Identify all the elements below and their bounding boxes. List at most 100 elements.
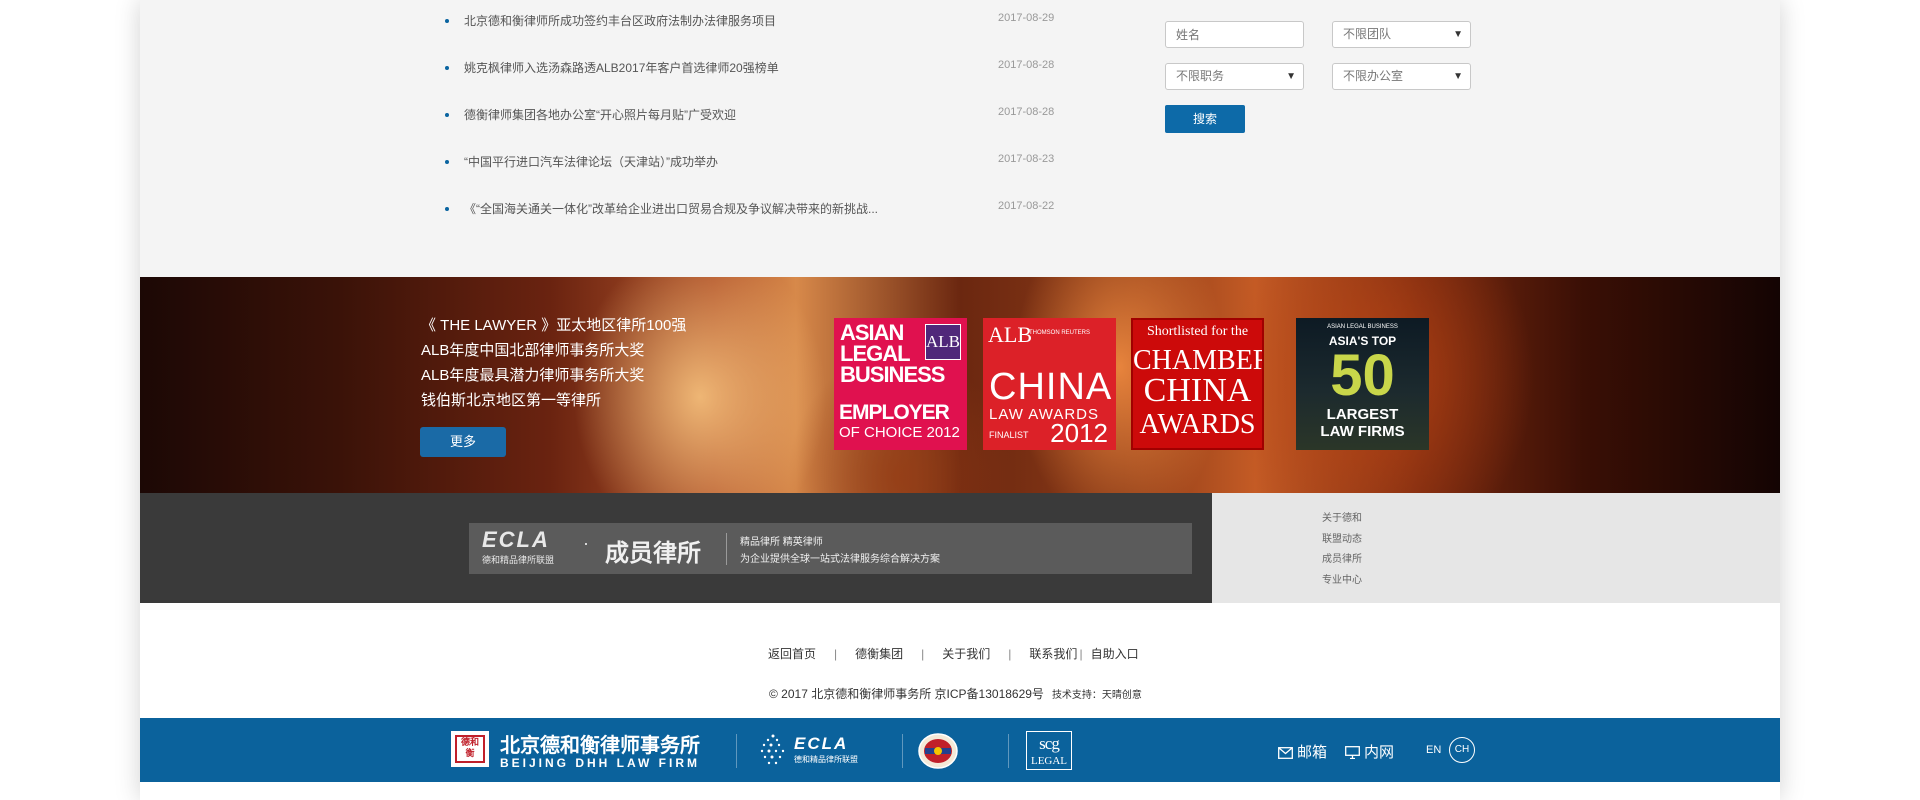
scg-legal-logo[interactable]: scg LEGAL [1026,731,1072,770]
dropdown-arrow-icon: ▼ [1286,71,1296,82]
dhh-name-en: BEIJING DHH LAW FIRM [500,756,700,770]
news-title-link[interactable]: 北京德和衡律师所成功签约丰台区政府法制办法律服务项目 [464,12,776,29]
mail-label: 邮箱 [1297,744,1328,761]
copyright-text: © 2017 北京德和衡律师事务所 京ICP备13018629号 [769,687,1044,701]
separator: | [1079,647,1083,661]
scg-logo-subtext: LEGAL [1030,755,1068,767]
award-title: ASIAN LEGAL BUSINESS [840,320,945,387]
office-select-value: 不限办公室 [1343,69,1404,83]
footer-link-home[interactable]: 返回首页 [768,647,816,661]
alb-mark: ALB [988,322,1032,347]
globe-icon [760,734,785,765]
award-line: LAW FIRMS [1320,423,1405,440]
award-line: AWARDS [1139,409,1256,440]
award-line: EMPLOYER [839,401,950,424]
side-link-practice[interactable]: 专业中心 [1322,571,1362,592]
lang-en[interactable]: EN [1426,744,1441,756]
news-date: 2017-08-28 [998,59,1055,71]
dhh-name-cn[interactable]: 北京德和衡律师事务所 [500,729,700,758]
team-select-value: 不限团队 [1343,27,1392,41]
mail-link[interactable]: 邮箱 [1278,741,1327,762]
team-select[interactable]: 不限团队 ▼ [1332,21,1471,48]
footer-link-self-service[interactable]: 自助入口 [1091,647,1139,661]
news-date: 2017-08-29 [998,12,1055,24]
bullet-icon [445,160,449,164]
bullet-icon [445,207,449,211]
ecla-logo: ECLA [482,527,550,552]
intranet-link[interactable]: 内网 [1345,741,1394,762]
award-brand: ASIAN LEGAL BUSINESS [1327,324,1398,330]
name-input[interactable] [1176,22,1293,47]
footer-link-group[interactable]: 德衡集团 [855,647,903,661]
separator: | [1008,647,1012,661]
bottom-brand-bar: 德和衡 北京德和衡律师事务所 BEIJING DHH LAW FIRM ECLA… [140,718,1780,782]
news-item: 北京德和衡律师所成功签约丰台区政府法制办法律服务项目 2017-08-29 [445,10,1205,57]
footer-link-contact[interactable]: 联系我们 [1029,647,1077,661]
bullet-icon [445,113,449,117]
separator: | [834,647,838,661]
news-date: 2017-08-22 [998,200,1055,212]
dropdown-arrow-icon: ▼ [1453,29,1463,40]
ecla-member-strip: ECLA 德和精品律所联盟 · 成员律所 精品律所 精英律师 为企业提供全球一站… [140,493,1212,603]
dropdown-arrow-icon: ▼ [1453,71,1463,82]
dhh-logo-icon[interactable]: 德和衡 [451,731,489,767]
news-date: 2017-08-23 [998,153,1055,165]
news-list: 北京德和衡律师所成功签约丰台区政府法制办法律服务项目 2017-08-29 姚克枫律… [445,10,1205,245]
divider [736,734,737,768]
award-alb-china: ALB THOMSON REUTERS CHINA LAW AWARDS FIN… [983,318,1116,450]
page-container: 北京德和衡律师所成功签约丰台区政府法制办法律服务项目 2017-08-29 姚克枫律… [140,0,1780,800]
divider [1008,734,1009,768]
award-number: 50 [1330,343,1395,408]
thomson-reuters-mark: THOMSON REUTERS [1029,330,1091,336]
news-title-link[interactable]: 《“全国海关通关一体化”改革给企业进出口贸易合规及争议解决带来的新挑战... [464,200,878,217]
ecla-tagline: 精品律所 精英律师 [740,537,823,548]
tech-support[interactable]: 技术支持：天晴创意 [1052,690,1142,701]
dhh-seal-text: 德和衡 [461,737,480,758]
ecla-member-banner[interactable]: ECLA 德和精品律所联盟 · 成员律所 精品律所 精英律师 为企业提供全球一站… [469,523,1192,574]
divider [726,533,727,565]
name-field-wrap [1165,21,1304,48]
side-link-news[interactable]: 联盟动态 [1322,530,1362,551]
office-select[interactable]: 不限办公室 ▼ [1332,63,1471,90]
lang-ch[interactable]: CH [1449,737,1475,763]
ecla-dot: · [583,533,589,553]
bullet-icon [445,19,449,23]
intranet-label: 内网 [1364,744,1395,761]
award-shortlisted: Shortlisted for the [1146,324,1249,339]
award-line: CHINA [1143,372,1252,409]
news-item: “中国平行进口汽车法律论坛（天津站）”成功举办 2017-08-23 [445,151,1205,198]
ecla-footer-subtitle: 德和精品律所联盟 [794,755,858,764]
emblem-icon[interactable] [917,732,959,770]
mail-icon [1278,747,1293,759]
side-link-members[interactable]: 成员律所 [1322,550,1362,571]
monitor-icon [1345,746,1360,760]
award-title: CHINA [989,366,1113,408]
news-section: 北京德和衡律师所成功签约丰台区政府法制办法律服务项目 2017-08-29 姚克枫律… [140,0,1780,277]
separator: | [921,647,925,661]
copyright: © 2017 北京德和衡律师事务所 京ICP备13018629号 技术支持：天晴创… [769,685,1142,702]
news-title-link[interactable]: 德衡律师集团各地办公室“开心照片每月贴”广受欢迎 [464,106,736,123]
banner-honors: 《 THE LAWYER 》亚太地区律所100强 ALB年度中国北部律师事务所大… [421,313,686,413]
award-subtitle: LARGEST LAW FIRMS [1296,406,1429,440]
footer-link-about[interactable]: 关于我们 [942,647,990,661]
award-asia-top-50: ASIAN LEGAL BUSINESS ASIA'S TOP 50 LARGE… [1296,318,1429,450]
bullet-icon [445,66,449,70]
position-select[interactable]: 不限职务 ▼ [1165,63,1304,90]
side-link-about[interactable]: 关于德和 [1322,509,1362,530]
position-select-value: 不限职务 [1176,69,1225,83]
scg-logo-text: scg [1039,734,1060,753]
honor-line: ALB年度最具潜力律师事务所大奖 [421,367,645,384]
award-alb-employer: ASIAN LEGAL BUSINESS ALB EMPLOYER OF CHO… [834,318,967,450]
news-item: 德衡律师集团各地办公室“开心照片每月贴”广受欢迎 2017-08-28 [445,104,1205,151]
footer: 返回首页 | 德衡集团 | 关于我们 | 联系我们 | 自助入口 © 2017 北京德和衡律师事… [140,603,1780,718]
news-item: 姚克枫律师入选汤森路透ALB2017年客户首选律师20强榜单 2017-08-28 [445,57,1205,104]
dhh-seal: 德和衡 [455,735,485,763]
side-links: 关于德和 联盟动态 成员律所 专业中心 [1322,509,1362,591]
more-button[interactable]: 更多 [420,427,506,457]
news-title-link[interactable]: 姚克枫律师入选汤森路透ALB2017年客户首选律师20强榜单 [464,59,779,76]
search-button[interactable]: 搜索 [1165,105,1245,133]
news-title-link[interactable]: “中国平行进口汽车法律论坛（天津站）”成功举办 [464,153,718,170]
ecla-footer-logo[interactable]: ECLA [794,734,848,754]
honor-line: 《 THE LAWYER 》亚太地区律所100强 [421,317,687,334]
award-subtitle: EMPLOYER OF CHOICE 2012 [839,401,960,442]
